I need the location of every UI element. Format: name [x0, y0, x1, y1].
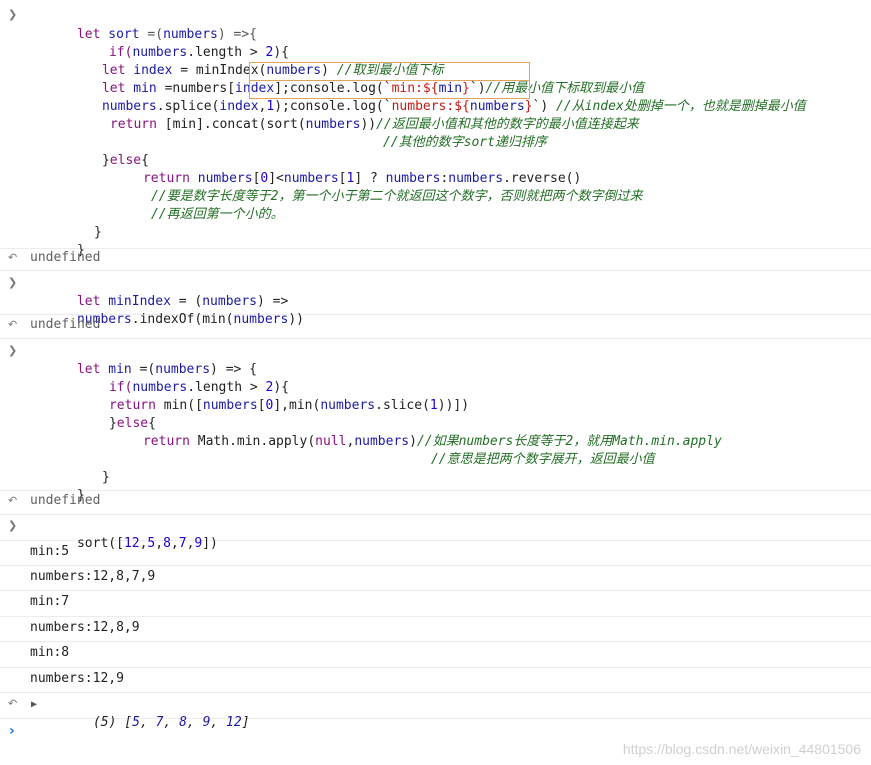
console-input[interactable]	[30, 722, 830, 740]
console-result-entry: ↶ undefined	[0, 314, 871, 339]
return-arrow-icon: ↶	[8, 697, 18, 710]
log-message: min:8	[30, 645, 70, 660]
chevron-right-icon: ›	[9, 723, 15, 739]
return-arrow-icon: ↶	[8, 318, 18, 331]
log-message: numbers:12,8,9	[30, 620, 140, 635]
result-value: undefined	[30, 493, 101, 508]
code-comment: //意思是把两个数字展开，返回最小值	[430, 452, 655, 467]
console-input-entry[interactable]: ❯ sort([12,5,8,7,9])	[0, 514, 871, 551]
console-input-entry[interactable]: ❯ let min =(numbers) => { if(numbers.len…	[0, 338, 871, 503]
code-comment: //再返回第一个小的。	[150, 207, 284, 222]
chevron-right-icon: ❯	[8, 8, 18, 21]
result-value: undefined	[30, 250, 101, 265]
chevron-right-icon: ❯	[8, 344, 18, 357]
return-arrow-icon: ↶	[8, 494, 18, 507]
console-input-entry[interactable]: ❯ let minIndex = (numbers) => numbers.in…	[0, 270, 871, 327]
console-log-entry: min:5	[0, 540, 871, 566]
console-log-entry: min:7	[0, 590, 871, 617]
selection-highlight	[249, 80, 530, 99]
chevron-right-icon: ❯	[8, 519, 18, 532]
console-log-entry: min:8	[0, 641, 871, 668]
watermark: https://blog.csdn.net/weixin_44801506	[622, 741, 861, 757]
console-result-entry: ↶ undefined	[0, 490, 871, 515]
log-message: min:7	[30, 594, 70, 609]
console-log-entry: numbers:12,8,7,9	[0, 565, 871, 591]
triangle-right-icon[interactable]: ▶	[31, 699, 37, 710]
chevron-right-icon: ❯	[8, 276, 18, 289]
return-arrow-icon: ↶	[8, 251, 18, 264]
log-message: min:5	[30, 544, 70, 559]
result-value: undefined	[30, 317, 101, 332]
log-message: numbers:12,8,7,9	[30, 569, 156, 584]
log-message: numbers:12,9	[30, 671, 124, 686]
console-result-entry: ↶ undefined	[0, 248, 871, 271]
devtools-console: ❯ let sort =(numbers) =>{ if(numbers.len…	[0, 0, 871, 765]
console-log-entry: numbers:12,9	[0, 667, 871, 693]
console-result-entry[interactable]: ↶ ▶ (5) [5, 7, 8, 9, 12]	[0, 692, 871, 730]
console-input-entry[interactable]: ❯ let sort =(numbers) =>{ if(numbers.len…	[0, 0, 871, 258]
console-log-entry: numbers:12,8,9	[0, 616, 871, 642]
selection-highlight	[249, 62, 530, 81]
